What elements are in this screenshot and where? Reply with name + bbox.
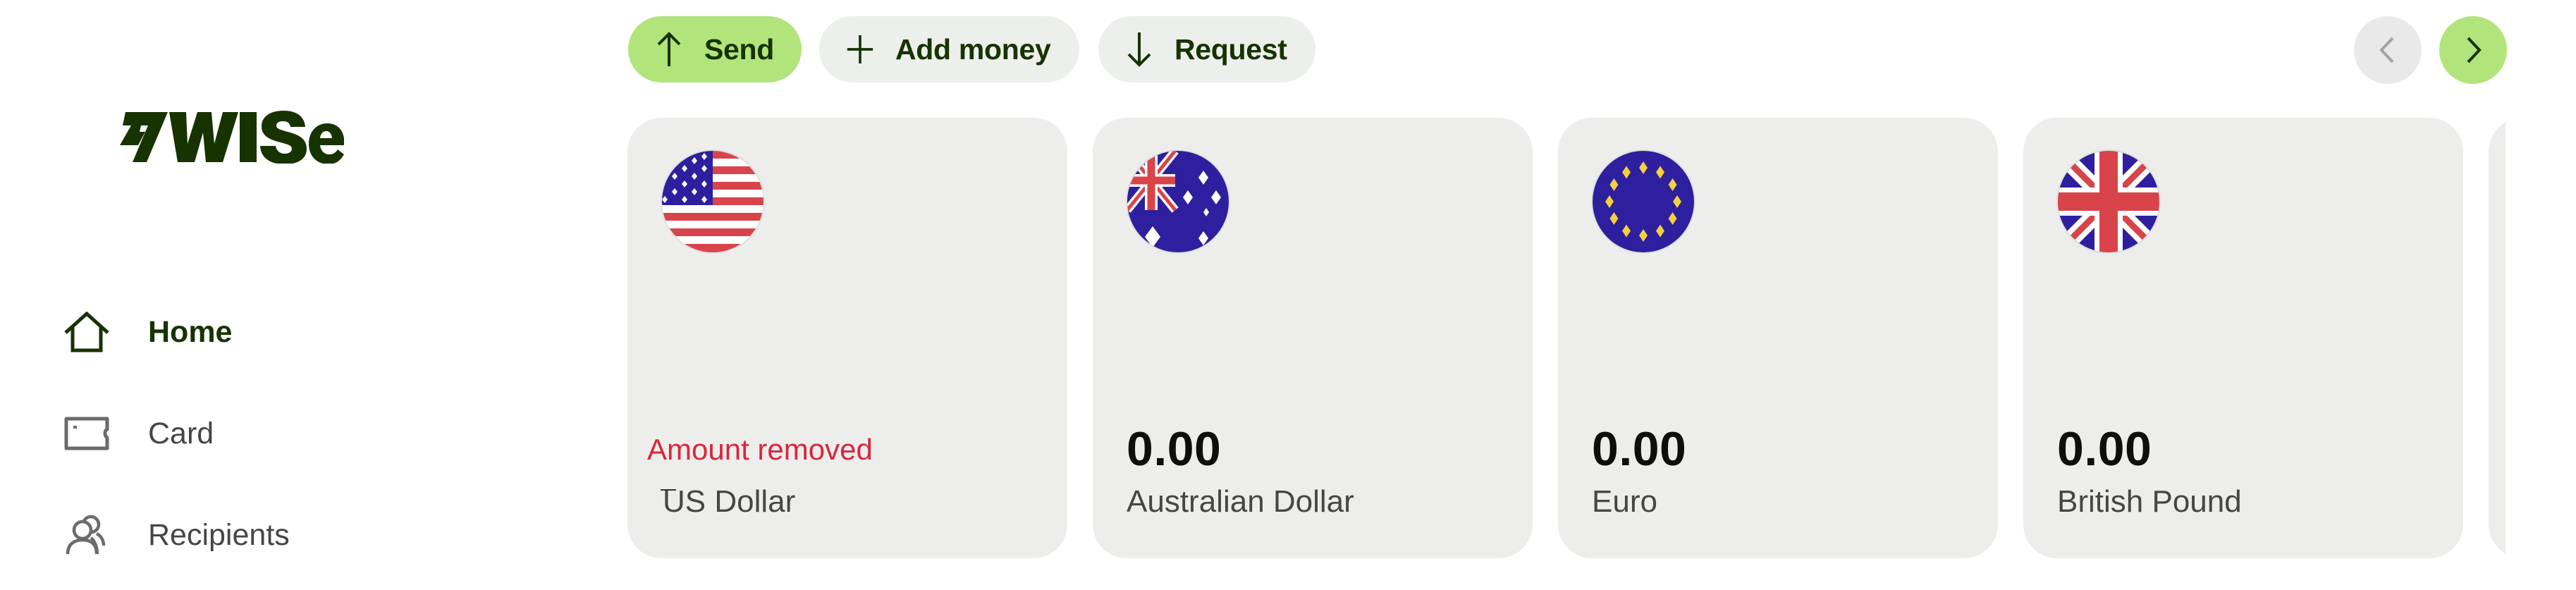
balances-carousel: Amount removed US Dollar 0.00 Australian… bbox=[627, 118, 2506, 569]
currency-name: British Pound bbox=[2057, 484, 2242, 519]
request-label: Request bbox=[1174, 32, 1287, 66]
chevron-right-icon bbox=[2467, 37, 2482, 63]
recipients-icon bbox=[62, 510, 111, 560]
card-icon bbox=[62, 409, 111, 458]
sidebar-item-recipients[interactable]: Recipients bbox=[62, 510, 556, 560]
arrow-up-icon bbox=[655, 30, 683, 69]
au-flag-icon bbox=[1127, 151, 1229, 252]
balance-amount: 0.00 bbox=[2057, 422, 2152, 476]
add-money-label: Add money bbox=[895, 32, 1051, 66]
request-button[interactable]: Request bbox=[1098, 16, 1315, 82]
gb-flag-icon bbox=[2058, 151, 2159, 252]
send-label: Send bbox=[704, 32, 775, 66]
sidebar-item-label: Recipients bbox=[148, 517, 290, 552]
arrow-down-icon bbox=[1125, 30, 1153, 69]
currency-name: Euro bbox=[1592, 484, 1657, 519]
balance-card-gbp[interactable]: 0.00 British Pound bbox=[2023, 118, 2463, 558]
home-icon bbox=[62, 307, 111, 357]
balance-amount: 0.00 bbox=[1127, 422, 1222, 476]
balance-card-usd[interactable]: Amount removed US Dollar bbox=[627, 118, 1067, 558]
carousel-next-button[interactable] bbox=[2439, 16, 2507, 84]
balance-amount: 0.00 bbox=[1592, 422, 1687, 476]
wise-logo-icon bbox=[120, 111, 344, 164]
balance-card-eur[interactable]: 0.00 Euro bbox=[1558, 118, 1998, 558]
us-flag-icon bbox=[662, 151, 763, 252]
sidebar-item-label: Home bbox=[148, 314, 233, 349]
balance-amount: Amount removed bbox=[647, 433, 873, 466]
eu-flag-icon bbox=[1593, 151, 1694, 252]
balance-card-partial[interactable] bbox=[2489, 118, 2506, 558]
balance-card-aud[interactable]: 0.00 Australian Dollar bbox=[1093, 118, 1533, 558]
currency-name: Australian Dollar bbox=[1127, 484, 1354, 519]
plus-icon bbox=[846, 30, 874, 69]
carousel-prev-button[interactable] bbox=[2354, 16, 2422, 84]
sidebar-item-label: Card bbox=[148, 416, 214, 450]
currency-name: US Dollar bbox=[663, 484, 796, 519]
sidebar-item-card[interactable]: Card bbox=[62, 409, 556, 458]
wise-logo[interactable] bbox=[120, 110, 344, 164]
sidebar-item-home[interactable]: Home bbox=[62, 307, 556, 357]
chevron-left-icon bbox=[2379, 37, 2394, 63]
send-button[interactable]: Send bbox=[628, 16, 802, 82]
add-money-button[interactable]: Add money bbox=[819, 16, 1079, 82]
